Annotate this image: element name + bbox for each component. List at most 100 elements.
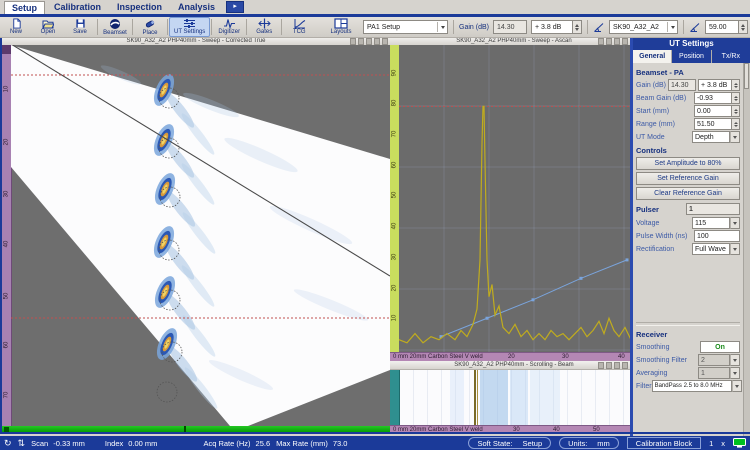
chevron-down-icon[interactable]	[730, 217, 740, 229]
range-field[interactable]: 51.50	[694, 118, 732, 130]
set-reference-gain-button[interactable]: Set Reference Gain	[636, 172, 740, 185]
refresh-icon[interactable]: ↻	[4, 438, 12, 448]
tab-txrx[interactable]: Tx/Rx	[712, 50, 750, 63]
sliders-icon	[183, 18, 196, 29]
echo-band	[480, 370, 508, 425]
tcg-point[interactable]	[626, 258, 629, 261]
clear-reference-gain-button[interactable]: Clear Reference Gain	[636, 187, 740, 200]
tcg-point[interactable]	[580, 277, 583, 280]
ascan-plot[interactable]	[399, 45, 638, 352]
depth-tick: 20	[4, 136, 10, 149]
pulser-header: Pulser 1	[636, 203, 740, 215]
menu-inspection[interactable]: Inspection	[110, 1, 169, 13]
tcg-point[interactable]	[532, 298, 535, 301]
angle-spinner[interactable]	[739, 20, 748, 34]
sector-scan-image[interactable]	[11, 45, 390, 433]
filter-select[interactable]: BandPass 2.5 to 8.0 MHz	[652, 380, 732, 392]
chevron-down-icon[interactable]	[730, 354, 740, 366]
open-button[interactable]: Open	[32, 17, 64, 37]
place-button[interactable]: Place	[134, 17, 166, 37]
soft-state-chip: Soft State:Setup	[468, 437, 551, 449]
tab-general[interactable]: General	[633, 50, 671, 63]
axis-move-icon[interactable]: ⇅	[18, 438, 26, 448]
chevron-down-icon[interactable]	[730, 131, 740, 143]
probe-select[interactable]: SK90_A32_A2	[609, 20, 678, 34]
beam-gain-spin[interactable]	[732, 92, 740, 104]
ascan-column: SK90_A32_A2 PHP40mm - Sweep - Ascan 9080…	[390, 37, 638, 433]
chevron-down-icon[interactable]	[730, 243, 740, 255]
digitizer-label: Digitizer	[218, 29, 240, 36]
smoothing-row: Smoothing On	[636, 341, 740, 353]
sector-scan-view[interactable]: SK90_A32_A2 PHP40mm - Sweep - Corrected …	[0, 37, 390, 433]
start-spin[interactable]	[732, 105, 740, 117]
gain-offset-spin[interactable]	[732, 79, 740, 91]
filter-row: Filter BandPass 2.5 to 8.0 MHz	[636, 380, 740, 392]
save-button[interactable]: Save	[64, 17, 96, 37]
averaging-select[interactable]: 1	[698, 367, 730, 379]
beamset-label: Beamset	[103, 30, 127, 37]
display-icon[interactable]	[733, 438, 746, 448]
probe-select-value: SK90_A32_A2	[613, 24, 659, 31]
ut-settings-label: UT Settings	[174, 29, 205, 36]
new-button[interactable]: New	[0, 17, 32, 37]
range-spin[interactable]	[732, 118, 740, 130]
tcg-button[interactable]: TCG	[283, 17, 315, 37]
smoothing-filter-select[interactable]: 2	[698, 354, 730, 366]
toolbar-separator	[97, 19, 98, 35]
calibration-block-button[interactable]: Calibration Block	[627, 437, 701, 449]
gates-label: Gates	[256, 29, 272, 36]
layouts-label: Layouts	[331, 29, 352, 36]
menu-setup[interactable]: Setup	[4, 1, 45, 14]
view-toolbar-icons[interactable]	[350, 38, 388, 45]
app-window: Setup Calibration Inspection Analysis ▸ …	[0, 0, 750, 450]
gain-offset-field[interactable]: + 3.8 dB	[698, 79, 732, 91]
set-amplitude-button[interactable]: Set Amplitude to 80%	[636, 157, 740, 170]
digitizer-button[interactable]: Digitizer	[213, 17, 245, 37]
acq-rate: Acq Rate (Hz)25.6	[203, 439, 270, 448]
beamset-header: Beamset - PA	[636, 68, 740, 77]
ascan-canvas[interactable]: 908070605040302010	[390, 45, 638, 352]
sscan-canvas[interactable]: 10203040506070	[2, 45, 390, 433]
rectification-select[interactable]: Full Wave	[692, 243, 730, 255]
layouts-icon	[334, 18, 348, 29]
tab-position[interactable]: Position	[672, 50, 710, 63]
view-bottom-border	[0, 432, 750, 434]
statusbar-right: Soft State:Setup Units:mm Calibration Bl…	[468, 437, 746, 449]
angle-value: 59.00	[709, 24, 727, 31]
menu-calibration[interactable]: Calibration	[47, 1, 108, 13]
gates-button[interactable]: Gates	[248, 17, 280, 37]
smoothing-toggle[interactable]: On	[700, 341, 740, 353]
gain-offset-spinner[interactable]	[573, 20, 582, 34]
setup-select[interactable]: PA1 Setup	[363, 20, 448, 34]
depth-tick: 60	[4, 339, 10, 352]
ut-mode-select[interactable]: Depth	[692, 131, 730, 143]
open-folder-icon	[42, 18, 54, 29]
angle-value-box[interactable]: 59.00	[705, 20, 739, 34]
strip-chart-canvas[interactable]	[390, 370, 638, 425]
menu-overflow-icon[interactable]: ▸	[226, 1, 244, 13]
beam-gain-field[interactable]: -0.93	[694, 92, 732, 104]
pulse-width-field[interactable]: 100	[694, 230, 740, 242]
tcg-point[interactable]	[486, 317, 489, 320]
panel-scrollbar[interactable]	[743, 63, 750, 436]
range-label: Range (mm)	[636, 121, 675, 128]
voltage-label: Voltage	[636, 220, 659, 227]
chevron-down-icon[interactable]	[730, 367, 740, 379]
receiver-header: Receiver	[636, 330, 740, 339]
chevron-down-icon[interactable]	[732, 380, 742, 392]
layouts-button[interactable]: Layouts	[323, 18, 359, 36]
gain-offset-box[interactable]: + 3.8 dB	[531, 20, 573, 34]
panel-content: Beamset - PA Gain (dB) 14.30 + 3.8 dB Be…	[633, 63, 743, 436]
probe-icon	[144, 18, 156, 30]
gain-row: Gain (dB) 14.30 + 3.8 dB	[636, 79, 740, 91]
ut-settings-button[interactable]: UT Settings	[169, 17, 210, 37]
place-label: Place	[142, 30, 157, 37]
beamset-button[interactable]: Beamset	[99, 17, 131, 37]
gate-icon	[258, 18, 271, 29]
gain-row-label: Gain (dB)	[636, 82, 666, 89]
tcg-label: TCG	[293, 29, 306, 36]
voltage-select[interactable]: 115	[692, 217, 730, 229]
start-field[interactable]: 0.00	[694, 105, 732, 117]
max-rate: Max Rate (mm)73.0	[276, 439, 347, 448]
menu-analysis[interactable]: Analysis	[171, 1, 222, 13]
